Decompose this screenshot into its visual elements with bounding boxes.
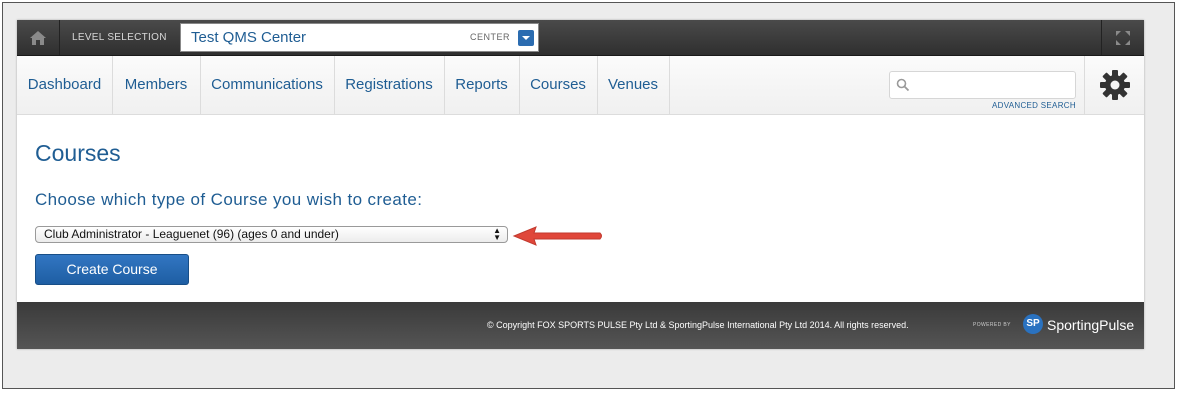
dropdown-icon[interactable] xyxy=(518,30,534,46)
course-type-instruction: Choose which type of Course you wish to … xyxy=(35,190,423,209)
footer: © Copyright FOX SPORTS PULSE Pty Ltd & S… xyxy=(17,302,1144,349)
nav-item-courses[interactable]: Courses xyxy=(519,56,598,114)
expand-button[interactable] xyxy=(1101,20,1144,55)
nav-item-members[interactable]: Members xyxy=(112,56,201,114)
app-window: LEVEL SELECTION Test QMS Center CENTER D… xyxy=(17,20,1144,349)
nav-item-registrations[interactable]: Registrations xyxy=(334,56,445,114)
nav-item-communications[interactable]: Communications xyxy=(200,56,335,114)
powered-by-label: POWERED BY xyxy=(973,322,1011,328)
level-selection-bar: LEVEL SELECTION Test QMS Center CENTER xyxy=(17,20,1144,56)
page-title: Courses xyxy=(35,140,121,166)
main-nav: Dashboard Members Communications Registr… xyxy=(17,56,1144,115)
create-course-button[interactable]: Create Course xyxy=(35,254,189,285)
home-button[interactable] xyxy=(17,20,60,55)
expand-icon xyxy=(1116,30,1130,45)
sportingpulse-brand[interactable]: SportingPulse xyxy=(1047,302,1134,349)
red-arrow-annotation xyxy=(512,226,602,246)
search-icon xyxy=(896,78,910,92)
nav-item-reports[interactable]: Reports xyxy=(444,56,520,114)
search-input[interactable] xyxy=(889,71,1076,99)
level-selection-label: LEVEL SELECTION xyxy=(72,32,167,43)
home-icon xyxy=(30,30,46,45)
settings-button[interactable] xyxy=(1084,56,1145,114)
copyright-text: © Copyright FOX SPORTS PULSE Pty Ltd & S… xyxy=(487,320,909,330)
advanced-search-link[interactable]: ADVANCED SEARCH xyxy=(992,101,1076,110)
level-selector[interactable]: Test QMS Center CENTER xyxy=(180,23,539,52)
nav-item-venues[interactable]: Venues xyxy=(597,56,670,114)
nav-item-dashboard[interactable]: Dashboard xyxy=(17,56,113,114)
level-name: Test QMS Center xyxy=(191,29,307,46)
gear-icon xyxy=(1100,70,1130,100)
sportingpulse-logo-icon: SP xyxy=(1023,314,1043,334)
course-type-selected-value: Club Administrator - Leaguenet (96) (age… xyxy=(44,227,339,241)
course-type-select[interactable]: Club Administrator - Leaguenet (96) (age… xyxy=(35,226,508,243)
select-arrows-icon: ▲ ▼ xyxy=(493,226,501,242)
level-type: CENTER xyxy=(470,32,511,42)
